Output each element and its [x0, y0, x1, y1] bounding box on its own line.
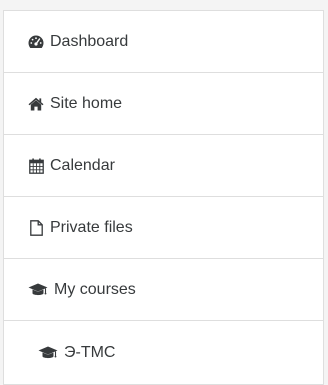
nav-item-site-home[interactable]: Site home: [4, 73, 323, 135]
graduation-cap-icon: [38, 345, 58, 361]
navigation-drawer: Dashboard Site home Calendar Private fil…: [3, 10, 324, 385]
graduation-cap-icon: [28, 282, 48, 298]
nav-item-dashboard[interactable]: Dashboard: [4, 11, 323, 73]
nav-item-label: Private files: [50, 218, 133, 236]
nav-item-label: Calendar: [50, 156, 115, 174]
nav-item-label: My courses: [54, 280, 136, 298]
nav-item-label: Dashboard: [50, 32, 129, 50]
file-icon: [28, 219, 44, 236]
nav-item-label: Э-ТМС: [64, 343, 116, 361]
calendar-icon: [28, 158, 44, 174]
nav-item-course-e-tms[interactable]: Э-ТМС: [4, 321, 323, 384]
nav-item-private-files[interactable]: Private files: [4, 197, 323, 259]
nav-item-label: Site home: [50, 94, 123, 112]
nav-item-my-courses[interactable]: My courses: [4, 259, 323, 321]
dashboard-icon: [28, 34, 44, 50]
nav-item-calendar[interactable]: Calendar: [4, 135, 323, 197]
home-icon: [28, 96, 44, 112]
